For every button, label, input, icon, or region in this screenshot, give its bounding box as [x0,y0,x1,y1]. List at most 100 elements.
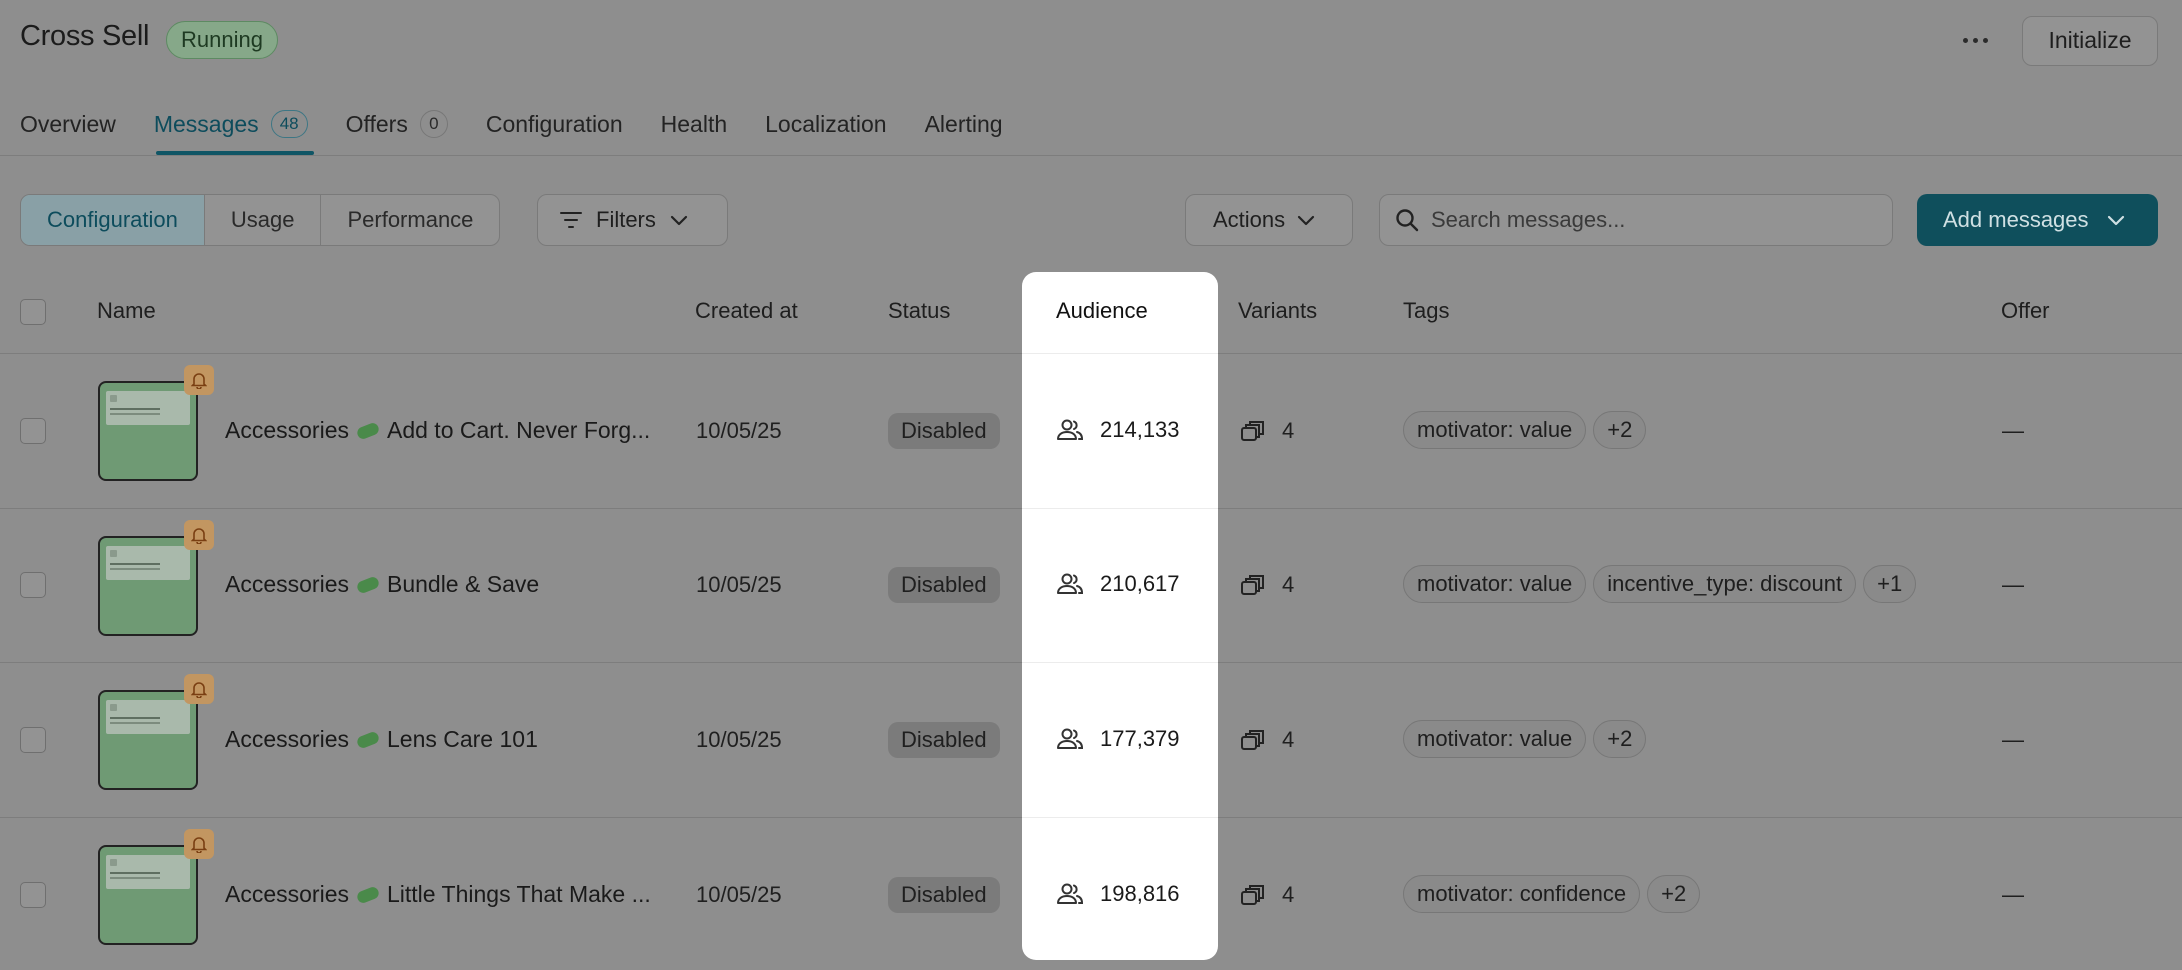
created-at: 10/05/25 [696,882,782,907]
column-header-created-at[interactable]: Created at [695,298,798,324]
message-name[interactable]: Accessories Bundle & Save [225,571,539,598]
tab-configuration[interactable]: Configuration [486,106,661,156]
message-name[interactable]: Accessories Little Things That Make ... [225,881,651,908]
status-badge: Running [166,21,278,59]
view-performance[interactable]: Performance [321,195,499,245]
tag-chip[interactable]: motivator: value [1403,411,1587,449]
divider [1022,817,1218,818]
tags-cell: motivator: confidence +2 [1403,875,1701,913]
divider [1022,508,1218,509]
created-at: 10/05/25 [696,418,782,443]
message-thumbnail [98,690,198,790]
tags-cell: motivator: value incentive_type: discoun… [1403,565,1917,603]
offer-cell: — [2002,418,2024,443]
pill-icon [355,420,381,441]
column-header-offer[interactable]: Offer [2001,298,2050,324]
tags-cell: motivator: value +2 [1403,411,1647,449]
audience-cell: 198,816 [1056,881,1180,907]
chevron-down-icon [2107,215,2124,226]
bell-icon [184,674,214,704]
pill-icon [355,729,381,750]
tag-more-chip[interactable]: +1 [1863,565,1917,603]
bell-icon [184,365,214,395]
tab-count-badge: 48 [270,110,308,138]
variants-cell: 4 [1240,727,1294,753]
variants-cell: 4 [1240,572,1294,598]
row-checkbox[interactable] [20,882,46,908]
tab-count-badge: 0 [419,110,448,138]
variants-cell: 4 [1240,418,1294,444]
audience-cell: 210,617 [1056,571,1180,597]
message-name[interactable]: Accessories Lens Care 101 [225,726,538,753]
initialize-button[interactable]: Initialize [2022,16,2158,66]
pill-icon [355,884,381,905]
divider [0,155,2182,156]
dot-icon [1972,37,1978,43]
variants-icon [1241,885,1264,905]
tab-offers[interactable]: Offers 0 [346,106,486,156]
audience-column-highlight [1022,272,1218,960]
dot-icon [1962,37,1968,43]
tag-more-chip[interactable]: +2 [1647,875,1701,913]
tag-chip[interactable]: incentive_type: discount [1593,565,1857,603]
select-all-checkbox[interactable] [20,299,46,325]
view-configuration[interactable]: Configuration [21,195,205,245]
message-thumbnail [98,536,198,636]
tab-overview[interactable]: Overview [20,106,154,156]
search-icon [1396,209,1419,232]
tab-bar: Overview Messages 48 Offers 0 Configuratio… [20,106,1041,156]
row-checkbox[interactable] [20,418,46,444]
users-icon [1057,419,1084,440]
column-header-audience[interactable]: Audience [1056,298,1148,324]
variants-icon [1241,730,1264,750]
audience-cell: 177,379 [1056,726,1180,752]
tag-more-chip[interactable]: +2 [1593,720,1647,758]
row-checkbox[interactable] [20,572,46,598]
filters-button[interactable]: Filters [537,194,728,246]
column-header-status[interactable]: Status [888,298,950,324]
more-options-button[interactable] [1952,20,1998,60]
row-checkbox[interactable] [20,727,46,753]
filter-icon [560,212,582,228]
bell-icon [184,520,214,550]
search-input[interactable] [1431,207,1871,233]
tag-chip[interactable]: motivator: confidence [1403,875,1641,913]
tab-health[interactable]: Health [661,106,765,156]
users-icon [1057,573,1084,594]
column-header-tags[interactable]: Tags [1403,298,1449,324]
users-icon [1057,728,1084,749]
tag-more-chip[interactable]: +2 [1593,411,1647,449]
add-messages-button[interactable]: Add messages [1917,194,2158,246]
status-badge: Disabled [888,413,1000,449]
tab-messages[interactable]: Messages 48 [154,106,346,156]
actions-button[interactable]: Actions [1185,194,1353,246]
dot-icon [1982,37,1988,43]
message-thumbnail [98,845,198,945]
tags-cell: motivator: value +2 [1403,720,1647,758]
message-thumbnail [98,381,198,481]
tag-chip[interactable]: motivator: value [1403,720,1587,758]
audience-cell: 214,133 [1056,417,1180,443]
variants-icon [1241,421,1264,441]
bell-icon [184,829,214,859]
tag-chip[interactable]: motivator: value [1403,565,1587,603]
created-at: 10/05/25 [696,572,782,597]
page-title: Cross Sell [20,20,150,52]
chevron-down-icon [670,215,687,226]
offer-cell: — [2002,882,2024,907]
tab-localization[interactable]: Localization [765,106,924,156]
column-header-name[interactable]: Name [97,298,156,324]
chevron-down-icon [1298,215,1315,226]
view-usage[interactable]: Usage [205,195,322,245]
message-name[interactable]: Accessories Add to Cart. Never Forg... [225,417,650,444]
column-header-variants[interactable]: Variants [1238,298,1317,324]
variants-icon [1241,575,1264,595]
search-field[interactable] [1379,194,1893,246]
divider [1022,353,1218,354]
users-icon [1057,883,1084,904]
tab-alerting[interactable]: Alerting [925,106,1041,156]
offer-cell: — [2002,727,2024,752]
status-badge: Disabled [888,877,1000,913]
pill-icon [355,574,381,595]
created-at: 10/05/25 [696,727,782,752]
